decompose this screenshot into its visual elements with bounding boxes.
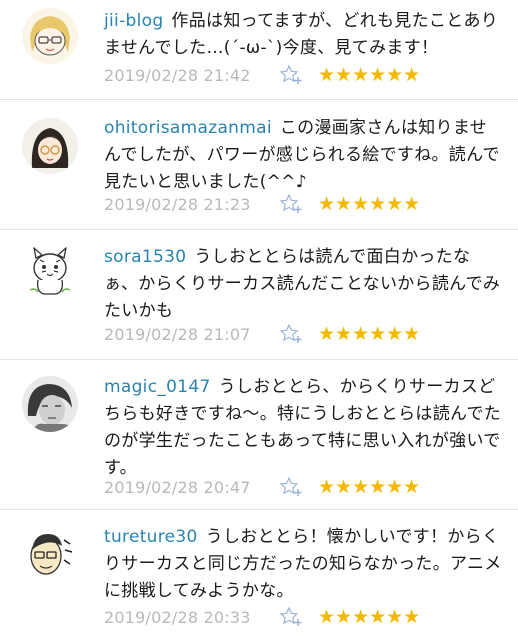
star-add-icon[interactable] bbox=[280, 65, 304, 85]
comment-item: jii-blog 作品は知ってますが、どれも見たことありませんでした…(´-ω-`… bbox=[0, 0, 518, 100]
comment-text: jii-blog 作品は知ってますが、どれも見たことありませんでした…(´-ω-`… bbox=[104, 8, 504, 62]
avatar[interactable] bbox=[22, 526, 78, 582]
comment-timestamp: 2019/02/28 21:42 bbox=[104, 65, 251, 85]
avatar[interactable] bbox=[22, 376, 78, 432]
comment-username[interactable]: jii-blog bbox=[104, 11, 163, 31]
star-icons: ★★★★★★ bbox=[318, 606, 421, 628]
comment-timestamp: 2019/02/28 21:23 bbox=[104, 194, 251, 214]
star-add-icon[interactable] bbox=[280, 194, 304, 214]
comment-username[interactable]: tureture30 bbox=[104, 527, 198, 547]
star-add-icon[interactable] bbox=[280, 607, 304, 627]
comment-body: 作品は知ってますが、どれも見たことありませんでした…(´-ω-`)今度、見てみま… bbox=[104, 11, 499, 58]
avatar[interactable] bbox=[22, 242, 78, 298]
avatar[interactable] bbox=[22, 8, 78, 64]
comment-timestamp: 2019/02/28 21:07 bbox=[104, 324, 251, 344]
comment-username[interactable]: sora1530 bbox=[104, 247, 186, 267]
star-rating: ★★★★★★ bbox=[318, 477, 421, 497]
comment-list: jii-blog 作品は知ってますが、どれも見たことありませんでした…(´-ω-`… bbox=[0, 0, 518, 640]
comment-timestamp: 2019/02/28 20:47 bbox=[104, 477, 251, 497]
star-icons: ★★★★★★ bbox=[318, 193, 421, 215]
star-rating: ★★★★★★ bbox=[318, 194, 421, 214]
star-rating: ★★★★★★ bbox=[318, 607, 421, 627]
comment-text: ohitorisamazanmai この漫画家さんは知りませんでしたが、パワーが感… bbox=[104, 115, 504, 196]
star-icons: ★★★★★★ bbox=[318, 323, 421, 345]
star-rating: ★★★★★★ bbox=[318, 65, 421, 85]
star-add-icon[interactable] bbox=[280, 477, 304, 497]
comment-item: tureture30 うしおととら！懐かしいです！からくりサーカスと同じ方だったの… bbox=[0, 510, 518, 640]
comment-timestamp: 2019/02/28 20:33 bbox=[104, 607, 251, 627]
comment-username[interactable]: ohitorisamazanmai bbox=[104, 118, 272, 138]
star-icons: ★★★★★★ bbox=[318, 64, 421, 86]
comment-text: tureture30 うしおととら！懐かしいです！からくりサーカスと同じ方だったの… bbox=[104, 524, 504, 605]
star-rating: ★★★★★★ bbox=[318, 324, 421, 344]
comment-item: magic_0147 うしおととら、からくりサーカスどちらも好きですね～。特にうし… bbox=[0, 360, 518, 510]
comment-item: ohitorisamazanmai この漫画家さんは知りませんでしたが、パワーが感… bbox=[0, 100, 518, 230]
comment-text: sora1530 うしおととらは読んで面白かったなぁ、からくりサーカス読んだことな… bbox=[104, 244, 504, 325]
star-add-icon[interactable] bbox=[280, 324, 304, 344]
avatar[interactable] bbox=[22, 118, 78, 174]
star-icons: ★★★★★★ bbox=[318, 476, 421, 498]
comment-item: sora1530 うしおととらは読んで面白かったなぁ、からくりサーカス読んだことな… bbox=[0, 230, 518, 360]
comment-text: magic_0147 うしおととら、からくりサーカスどちらも好きですね～。特にうし… bbox=[104, 374, 504, 482]
comment-username[interactable]: magic_0147 bbox=[104, 377, 211, 397]
